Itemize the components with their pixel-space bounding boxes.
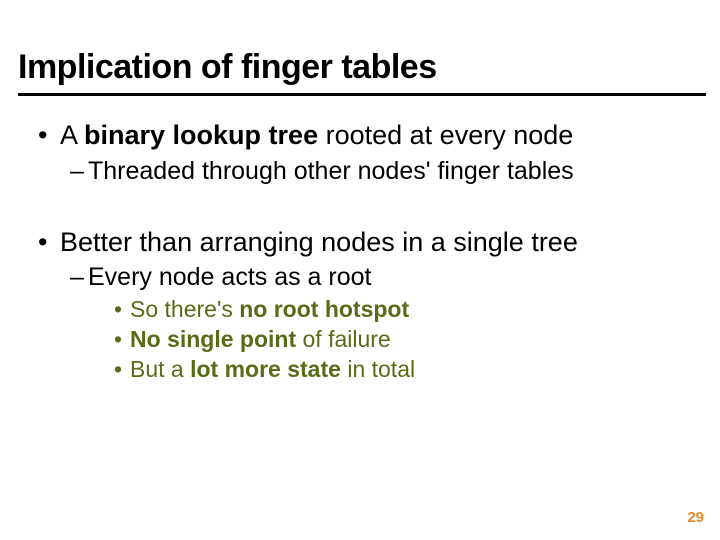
- subsub-3: •But a lot more state in total: [114, 355, 690, 385]
- bullet-dot-icon: •: [38, 118, 60, 153]
- slide-title: Implication of finger tables: [18, 48, 437, 87]
- c1-bold: no root hotspot: [239, 296, 409, 322]
- c3-bold: lot more state: [190, 356, 341, 382]
- bullet-1: •A binary lookup tree rooted at every no…: [38, 118, 690, 153]
- bullet-2-sub: –Every node acts as a root: [70, 261, 690, 293]
- bullet-1-sub: –Threaded through other nodes' finger ta…: [70, 155, 690, 187]
- slide: Implication of finger tables •A binary l…: [0, 0, 720, 540]
- sub-sub-group: •So there's no root hotspot •No single p…: [114, 295, 690, 385]
- c3-post: in total: [341, 356, 415, 382]
- c2-post: of failure: [296, 326, 391, 352]
- dash-icon: –: [70, 155, 88, 187]
- b1-sub-text: Threaded through other nodes' finger tab…: [88, 157, 574, 185]
- page-number: 29: [687, 509, 704, 526]
- dash-icon: –: [70, 261, 88, 293]
- c3-pre: But a: [130, 356, 190, 382]
- subsub-2: •No single point of failure: [114, 325, 690, 355]
- bullet-dot-icon: •: [38, 225, 60, 260]
- mini-bullet-icon: •: [114, 325, 130, 355]
- title-underline: [18, 93, 706, 96]
- b1-bold: binary lookup tree: [84, 120, 318, 150]
- b2-sub-text: Every node acts as a root: [88, 263, 371, 291]
- slide-body: •A binary lookup tree rooted at every no…: [38, 118, 690, 385]
- b2-text: Better than arranging nodes in a single …: [60, 227, 578, 257]
- spacer: [38, 187, 690, 225]
- b1-post: rooted at every node: [318, 120, 573, 150]
- c1-pre: So there's: [130, 296, 239, 322]
- mini-bullet-icon: •: [114, 355, 130, 385]
- bullet-2: •Better than arranging nodes in a single…: [38, 225, 690, 260]
- c2-bold: No single point: [130, 326, 296, 352]
- subsub-1: •So there's no root hotspot: [114, 295, 690, 325]
- mini-bullet-icon: •: [114, 295, 130, 325]
- b1-pre: A: [60, 120, 84, 150]
